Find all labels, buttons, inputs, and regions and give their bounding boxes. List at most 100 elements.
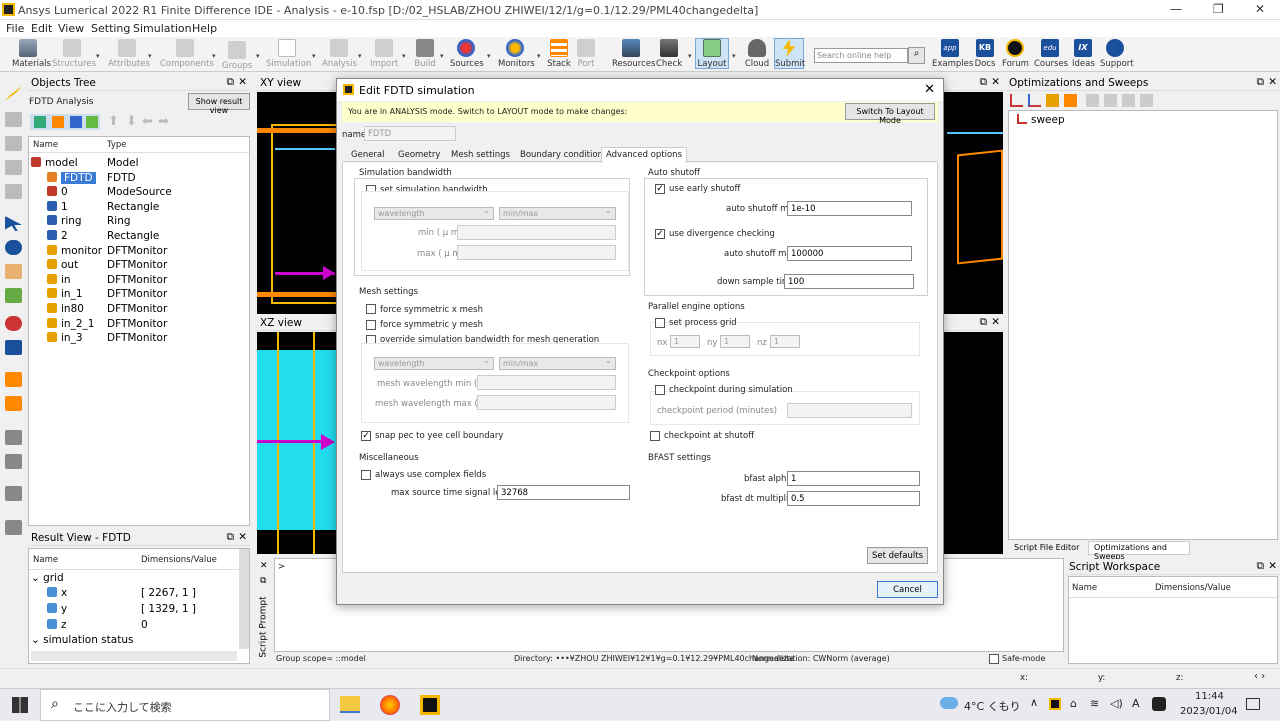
close-icon[interactable]: ✕ bbox=[238, 76, 247, 88]
grid-dots-icon[interactable] bbox=[5, 160, 22, 175]
complex-fields-checkbox[interactable] bbox=[361, 470, 371, 480]
nz-spinner[interactable]: 1 bbox=[770, 335, 800, 348]
menu-setting[interactable]: Setting bbox=[91, 22, 130, 35]
sim-bw-min-field[interactable] bbox=[457, 225, 616, 240]
menu-file[interactable]: File bbox=[6, 22, 24, 35]
tab-boundary-conditions[interactable]: Boundary conditions bbox=[516, 148, 611, 162]
tab-mesh-settings[interactable]: Mesh settings bbox=[447, 148, 514, 162]
check-button[interactable]: Check bbox=[656, 39, 682, 69]
simulation-button[interactable]: Simulation bbox=[266, 39, 311, 69]
optimization-icon[interactable] bbox=[1028, 94, 1041, 107]
tree-item-monitor[interactable]: monitor bbox=[47, 244, 102, 257]
float-icon[interactable]: ⧉ bbox=[260, 576, 266, 586]
arrow-down-icon[interactable]: ⬇ bbox=[126, 114, 137, 129]
tree-item-0[interactable]: 0 bbox=[47, 186, 68, 198]
ruler-icon[interactable] bbox=[5, 288, 22, 303]
run-all-icon[interactable] bbox=[1140, 94, 1153, 107]
file-explorer-icon[interactable] bbox=[340, 696, 360, 713]
chevron-down-icon[interactable]: ▾ bbox=[537, 52, 541, 60]
switch-to-layout-button[interactable]: Switch To Layout Mode bbox=[845, 103, 935, 125]
close-icon[interactable]: ✕ bbox=[1268, 76, 1277, 88]
tab-opt-sweeps[interactable]: Optimizations and Sweeps bbox=[1088, 541, 1190, 561]
nx-spinner[interactable]: 1 bbox=[670, 335, 700, 348]
tree-item-in_1[interactable]: in_1 bbox=[47, 288, 83, 300]
horizontal-scrollbar[interactable] bbox=[31, 651, 237, 661]
float-icon[interactable]: ⧉ bbox=[227, 531, 235, 544]
safe-mode-checkbox[interactable] bbox=[989, 654, 999, 664]
s-parameter-icon[interactable] bbox=[1064, 94, 1077, 107]
shapes-icon[interactable] bbox=[5, 136, 22, 151]
groups-button[interactable]: Groups bbox=[222, 41, 252, 71]
table-icon[interactable] bbox=[5, 396, 22, 411]
layout-button[interactable]: Layout bbox=[695, 38, 729, 69]
chevron-down-icon[interactable]: ▾ bbox=[440, 52, 444, 60]
float-icon[interactable]: ⧉ bbox=[1257, 560, 1265, 573]
sweep-icon[interactable] bbox=[1010, 94, 1023, 107]
checkpoint-during-checkbox[interactable] bbox=[655, 385, 665, 395]
tree-item-model[interactable]: model bbox=[31, 157, 78, 169]
delete-icon[interactable] bbox=[1104, 94, 1117, 107]
snap-pec-checkbox[interactable]: ✓ bbox=[361, 431, 371, 441]
scroll-arrows-icon[interactable]: ‹ › bbox=[1254, 671, 1265, 682]
chevron-down-icon[interactable]: ▾ bbox=[358, 52, 362, 60]
close-icon[interactable]: ✕ bbox=[1268, 560, 1277, 572]
chevron-down-icon[interactable]: ▾ bbox=[256, 52, 260, 60]
tab-script-file-editor[interactable]: Script File Editor bbox=[1008, 541, 1088, 555]
name-field[interactable]: FDTD bbox=[364, 126, 456, 141]
result-row-z[interactable]: z bbox=[47, 619, 67, 631]
chevron-down-icon[interactable]: ▾ bbox=[402, 52, 406, 60]
pencil-icon[interactable] bbox=[5, 86, 22, 101]
materials-button[interactable]: Materials bbox=[12, 39, 51, 69]
show-result-view-button[interactable]: Show result view bbox=[188, 93, 250, 115]
bfast-dt-field[interactable]: 0.5 bbox=[787, 491, 920, 506]
stack-button[interactable]: Stack bbox=[547, 39, 571, 69]
close-icon[interactable]: ✕ bbox=[991, 76, 1000, 88]
menu-help[interactable]: Help bbox=[192, 22, 217, 35]
sim-status-row[interactable]: ⌄ simulation status bbox=[31, 634, 133, 646]
port-button[interactable]: Port bbox=[576, 39, 596, 69]
cloud-button[interactable]: Cloud bbox=[744, 39, 770, 69]
import-button[interactable]: Import bbox=[370, 39, 398, 69]
menu-view[interactable]: View bbox=[58, 22, 84, 35]
support-button[interactable]: Support bbox=[1100, 39, 1134, 69]
result-row-y[interactable]: y bbox=[47, 603, 67, 615]
chevron-down-icon[interactable]: ▾ bbox=[96, 52, 100, 60]
arrow-left-icon[interactable]: ⬅ bbox=[142, 114, 153, 129]
sort-icon[interactable] bbox=[70, 116, 82, 128]
arrow-right-icon[interactable]: ➡ bbox=[158, 114, 169, 129]
axis-x-icon[interactable] bbox=[5, 430, 22, 445]
courses-button[interactable]: edu Courses bbox=[1034, 39, 1068, 69]
close-icon[interactable]: ✕ bbox=[260, 561, 268, 571]
tab-geometry[interactable]: Geometry bbox=[394, 148, 444, 162]
view-3d-icon[interactable] bbox=[5, 520, 22, 535]
structures-button[interactable]: Structures bbox=[52, 39, 96, 69]
filter-icon[interactable] bbox=[34, 116, 46, 128]
float-icon[interactable]: ⧉ bbox=[980, 316, 988, 329]
chevron-down-icon[interactable]: ▾ bbox=[487, 52, 491, 60]
float-icon[interactable]: ⧉ bbox=[1257, 76, 1265, 89]
forum-button[interactable]: Forum bbox=[1002, 39, 1029, 69]
max-src-field[interactable]: 32768 bbox=[497, 485, 630, 500]
docs-button[interactable]: KB Docs bbox=[974, 39, 996, 69]
search-input[interactable]: Search online help bbox=[814, 48, 908, 63]
taskbar-time[interactable]: 11:44 bbox=[1195, 691, 1224, 702]
chevron-down-icon[interactable]: ▾ bbox=[148, 52, 152, 60]
tab-advanced-options[interactable]: Advanced options bbox=[601, 147, 687, 163]
windows-start-icon[interactable] bbox=[12, 697, 28, 713]
mountain-icon[interactable] bbox=[5, 112, 22, 127]
notification-icon[interactable] bbox=[1246, 698, 1260, 710]
build-button[interactable]: Build bbox=[412, 39, 438, 69]
examples-button[interactable]: app Examples bbox=[932, 39, 973, 69]
ideas-button[interactable]: IX Ideas bbox=[1072, 39, 1095, 69]
search-icon[interactable]: ⌕ bbox=[908, 47, 925, 64]
trash-icon[interactable] bbox=[5, 184, 22, 199]
vertical-scrollbar[interactable] bbox=[239, 549, 249, 649]
sources-button[interactable]: Sources bbox=[450, 39, 484, 69]
submit-button[interactable]: Submit bbox=[774, 38, 805, 69]
early-shutoff-checkbox[interactable]: ✓ bbox=[655, 184, 665, 194]
tree-item-in_2_1[interactable]: in_2_1 bbox=[47, 317, 94, 330]
expand-icon[interactable] bbox=[86, 116, 98, 128]
chevron-down-icon[interactable]: ▾ bbox=[732, 52, 736, 60]
grid-row[interactable]: ⌄ grid bbox=[31, 572, 64, 584]
ny-spinner[interactable]: 1 bbox=[720, 335, 750, 348]
